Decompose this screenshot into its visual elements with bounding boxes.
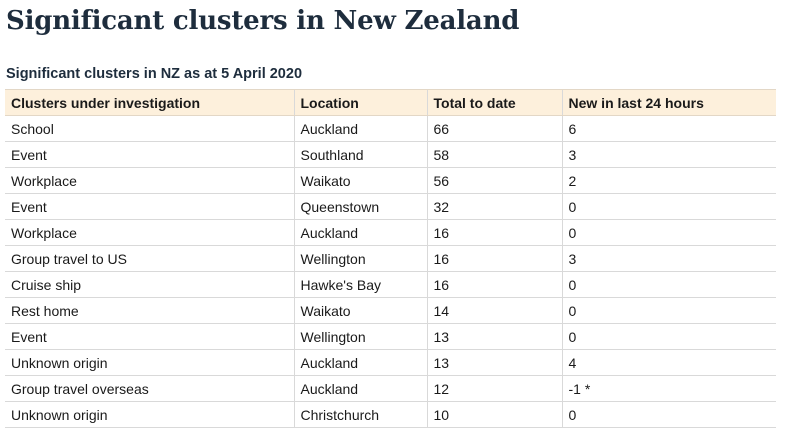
cell-new: 6 (561, 115, 776, 142)
table-body: School Auckland 66 6 Event Southland 58 … (5, 115, 776, 428)
cell-cluster: School (5, 115, 294, 142)
cell-cluster: Event (5, 193, 294, 220)
table-row: Group travel to US Wellington 16 3 (5, 245, 776, 272)
cell-location: Auckland (293, 115, 427, 142)
cell-location: Waikato (293, 297, 427, 324)
cell-new: 0 (561, 297, 776, 324)
cell-location: Southland (293, 141, 427, 168)
cell-total: 13 (426, 349, 562, 376)
cell-total: 14 (426, 297, 562, 324)
cell-new: 3 (561, 141, 776, 168)
header-new: New in last 24 hours (561, 89, 776, 116)
cell-location: Auckland (293, 349, 427, 376)
table-row: Workplace Auckland 16 0 (5, 219, 776, 246)
cell-cluster: Rest home (5, 297, 294, 324)
table-row: Cruise ship Hawke's Bay 16 0 (5, 271, 776, 298)
cell-new: 3 (561, 245, 776, 272)
table-row: School Auckland 66 6 (5, 115, 776, 142)
cell-cluster: Workplace (5, 167, 294, 194)
table-header: Clusters under investigation Location To… (5, 89, 776, 116)
cell-location: Wellington (293, 323, 427, 350)
cell-new: 4 (561, 349, 776, 376)
table-row: Event Southland 58 3 (5, 141, 776, 168)
table-caption: Significant clusters in NZ as at 5 April… (6, 66, 303, 82)
cell-cluster: Event (5, 323, 294, 350)
cell-total: 13 (426, 323, 562, 350)
table-row: Workplace Waikato 56 2 (5, 167, 776, 194)
cell-new: 0 (561, 219, 776, 246)
cell-total: 56 (426, 167, 562, 194)
cell-total: 10 (426, 401, 562, 428)
cell-total: 16 (426, 245, 562, 272)
table-row: Event Wellington 13 0 (5, 323, 776, 350)
table-row: Rest home Waikato 14 0 (5, 297, 776, 324)
cell-new: 2 (561, 167, 776, 194)
page-title: Significant clusters in New Zealand (6, 6, 520, 36)
cell-location: Waikato (293, 167, 427, 194)
cell-cluster: Unknown origin (5, 349, 294, 376)
cell-location: Wellington (293, 245, 427, 272)
cell-location: Queenstown (293, 193, 427, 220)
cell-location: Auckland (293, 219, 427, 246)
cell-new: 0 (561, 401, 776, 428)
header-row: Clusters under investigation Location To… (5, 89, 776, 116)
cell-new: 0 (561, 323, 776, 350)
cell-new: 0 (561, 271, 776, 298)
cell-cluster: Workplace (5, 219, 294, 246)
cell-cluster: Cruise ship (5, 271, 294, 298)
cell-location: Auckland (293, 375, 427, 402)
table-row: Unknown origin Auckland 13 4 (5, 349, 776, 376)
header-total: Total to date (426, 89, 562, 116)
table-row: Event Queenstown 32 0 (5, 193, 776, 220)
cell-total: 12 (426, 375, 562, 402)
clusters-table: Clusters under investigation Location To… (5, 89, 776, 428)
cell-new: -1 * (561, 375, 776, 402)
cell-total: 16 (426, 271, 562, 298)
header-cluster: Clusters under investigation (5, 89, 294, 116)
cell-location: Christchurch (293, 401, 427, 428)
table-row: Unknown origin Christchurch 10 0 (5, 401, 776, 428)
cell-cluster: Group travel to US (5, 245, 294, 272)
cell-total: 16 (426, 219, 562, 246)
cell-cluster: Group travel overseas (5, 375, 294, 402)
header-location: Location (293, 89, 427, 116)
cell-total: 32 (426, 193, 562, 220)
cell-total: 58 (426, 141, 562, 168)
cell-total: 66 (426, 115, 562, 142)
cell-location: Hawke's Bay (293, 271, 427, 298)
cell-cluster: Event (5, 141, 294, 168)
table-row: Group travel overseas Auckland 12 -1 * (5, 375, 776, 402)
cell-cluster: Unknown origin (5, 401, 294, 428)
cell-new: 0 (561, 193, 776, 220)
